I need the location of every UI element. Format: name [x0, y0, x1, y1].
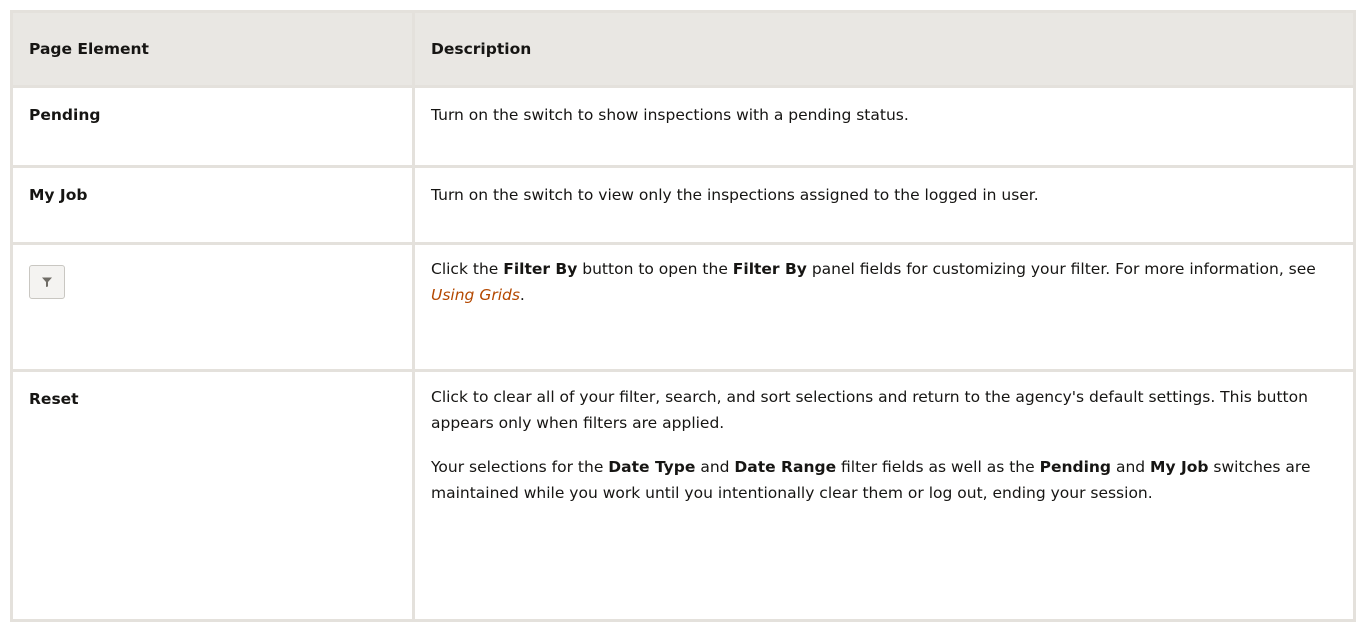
filter-by-button[interactable]: [29, 265, 65, 299]
reset-paragraph-1: Click to clear all of your filter, searc…: [431, 388, 1308, 432]
text-segment: button to open the: [577, 260, 733, 278]
description-my-job: Turn on the switch to view only the insp…: [415, 168, 1356, 242]
table-row: Pending Turn on the switch to show inspe…: [13, 88, 1356, 168]
column-header-description: Description: [415, 13, 1356, 85]
text-segment: panel fields for customizing your filter…: [806, 260, 1316, 278]
description-pending: Turn on the switch to show inspections w…: [415, 88, 1356, 165]
element-pending: Pending: [13, 88, 415, 165]
my-job-term: My Job: [1150, 458, 1209, 476]
filter-by-term: Filter By: [732, 260, 807, 278]
description-reset: Click to clear all of your filter, searc…: [415, 372, 1356, 619]
table-header-row: Page Element Description: [13, 13, 1356, 88]
element-reset: Reset: [13, 372, 415, 619]
text-segment: and: [1111, 458, 1151, 476]
element-my-job: My Job: [13, 168, 415, 242]
filter-by-term: Filter By: [503, 260, 578, 278]
description-filter-by: Click the Filter By button to open the F…: [415, 245, 1356, 369]
text-segment: filter fields as well as the: [836, 458, 1040, 476]
page-elements-table: Page Element Description Pending Turn on…: [10, 10, 1356, 622]
text-segment: Your selections for the: [431, 458, 609, 476]
text-segment: .: [519, 286, 525, 304]
pending-term: Pending: [1039, 458, 1112, 476]
table-row: Reset Click to clear all of your filter,…: [13, 372, 1356, 622]
date-type-term: Date Type: [608, 458, 696, 476]
text-segment: and: [695, 458, 735, 476]
filter-funnel-icon: [42, 277, 52, 287]
table-row: My Job Turn on the switch to view only t…: [13, 168, 1356, 245]
column-header-page-element: Page Element: [13, 13, 415, 85]
date-range-term: Date Range: [734, 458, 837, 476]
reset-paragraph-2: Your selections for the Date Type and Da…: [431, 454, 1345, 506]
table-row: Click the Filter By button to open the F…: [13, 245, 1356, 372]
using-grids-link[interactable]: Using Grids: [431, 286, 520, 304]
element-filter-by: [13, 245, 415, 369]
text-segment: Click the: [431, 260, 504, 278]
